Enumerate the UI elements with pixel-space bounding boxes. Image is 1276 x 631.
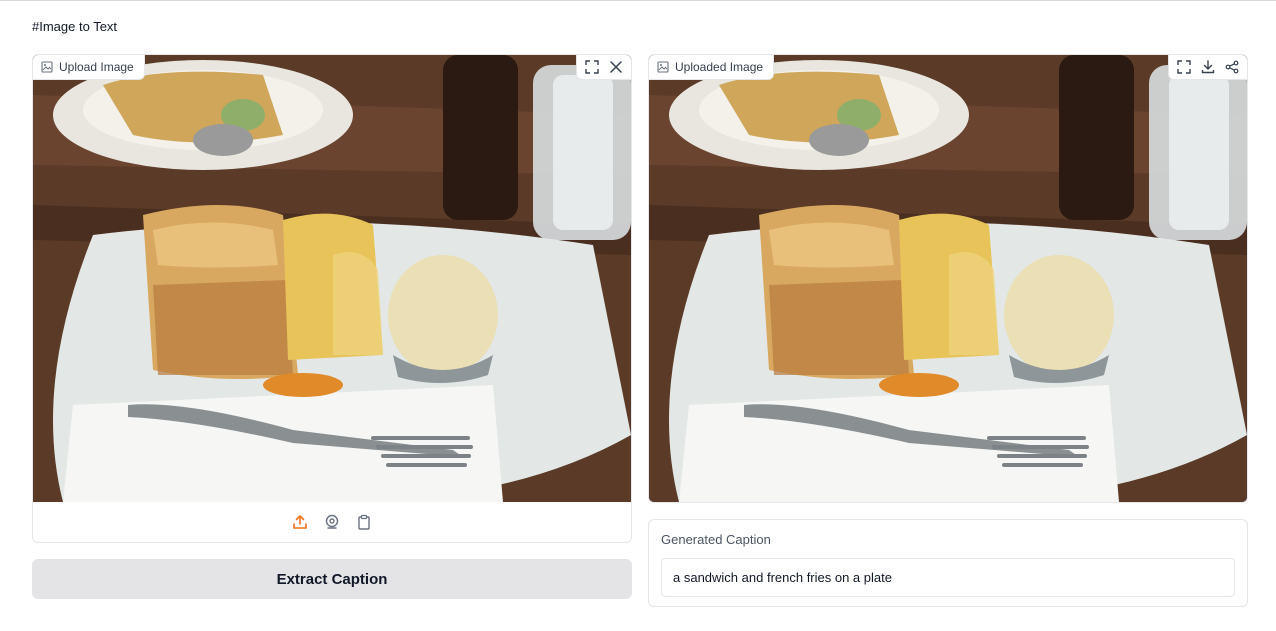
clipboard-icon[interactable] <box>353 511 375 533</box>
caption-box: Generated Caption a sandwich and french … <box>648 519 1248 607</box>
output-corner-tools <box>1168 55 1247 80</box>
image-source-bar <box>33 502 631 542</box>
fullscreen-icon[interactable] <box>581 56 603 78</box>
output-photo <box>649 55 1247 502</box>
fullscreen-icon[interactable] <box>1173 56 1195 78</box>
output-label-chip: Uploaded Image <box>649 55 775 80</box>
image-input-panel[interactable]: Upload Image <box>32 54 632 543</box>
app-title: #Image to Text <box>32 19 118 34</box>
download-icon[interactable] <box>1197 56 1219 78</box>
share-icon[interactable] <box>1221 56 1243 78</box>
output-label: Uploaded Image <box>675 60 764 74</box>
image-output-panel: Uploaded Image <box>648 54 1248 503</box>
input-corner-tools <box>576 55 631 80</box>
input-label: Upload Image <box>59 60 134 74</box>
top-divider <box>0 0 1276 1</box>
extract-caption-button[interactable]: Extract Caption <box>32 559 632 599</box>
uploaded-photo <box>33 55 631 502</box>
caption-output-field[interactable]: a sandwich and french fries on a plate <box>661 558 1235 597</box>
close-icon[interactable] <box>605 56 627 78</box>
image-icon <box>41 61 53 73</box>
input-label-chip: Upload Image <box>33 55 145 80</box>
webcam-icon[interactable] <box>321 511 343 533</box>
caption-label: Generated Caption <box>661 532 771 547</box>
image-icon <box>657 61 669 73</box>
upload-icon[interactable] <box>289 511 311 533</box>
